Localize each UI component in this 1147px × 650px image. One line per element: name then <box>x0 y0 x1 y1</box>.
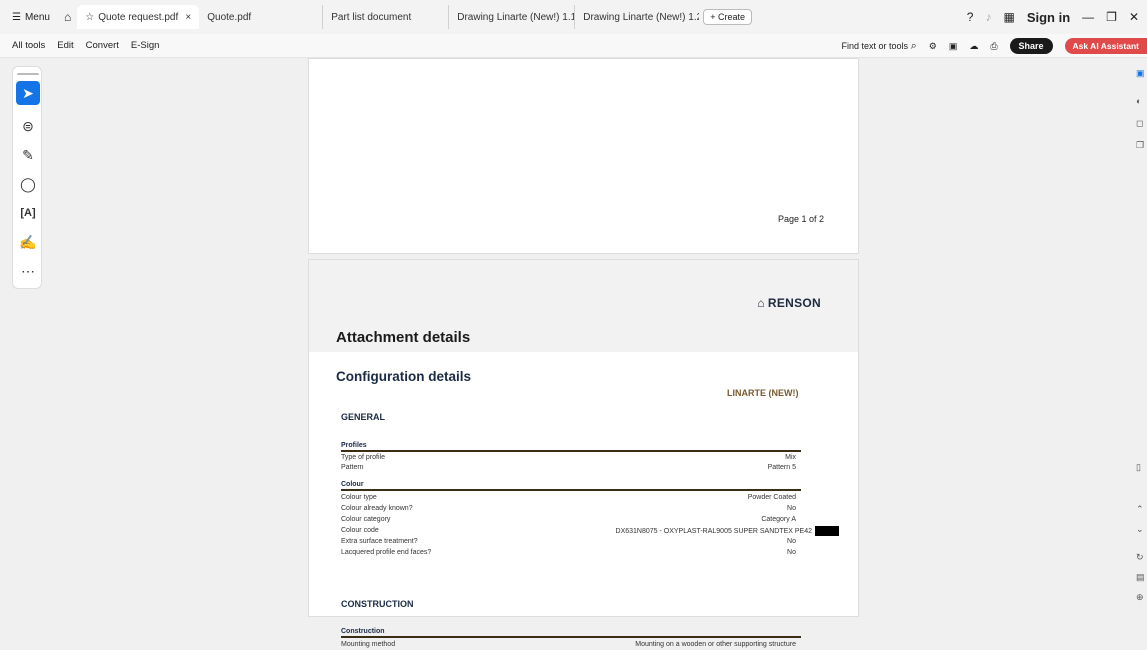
apps-grid-icon[interactable]: ▦ <box>1003 10 1014 24</box>
redaction-box <box>815 526 839 536</box>
star-icon[interactable]: ☆ <box>85 12 94 23</box>
text-box-icon[interactable]: [A] <box>16 201 40 225</box>
table-row: Extra surface treatment? No <box>341 538 796 545</box>
comment-icon[interactable]: ⊜ <box>16 114 40 138</box>
scroll-up-icon[interactable]: ⌃ <box>1136 504 1144 515</box>
tab-drawing-1-1[interactable]: Drawing Linarte (New!) 1.1 - over.. <box>449 5 576 29</box>
tab-drawing-1-2[interactable]: Drawing Linarte (New!) 1.2 - ove.. <box>575 5 699 29</box>
share-button[interactable]: Share <box>1009 38 1053 54</box>
menu-esign[interactable]: E-Sign <box>125 40 166 51</box>
sign-in-button[interactable]: Sign in <box>1027 10 1070 25</box>
tab-part-list[interactable]: Part list document <box>323 5 450 29</box>
tab-quote[interactable]: Quote.pdf <box>199 5 324 29</box>
select-cursor-icon[interactable]: ➤ <box>16 81 40 105</box>
home-icon[interactable]: ⌂ <box>64 10 71 24</box>
attachment-title: Attachment details <box>336 329 471 346</box>
table-row: Colour type Powder Coated <box>341 494 796 501</box>
section-construction: CONSTRUCTION <box>341 599 414 609</box>
attachment-header-band: ⌂ RENSON Attachment details <box>309 260 858 352</box>
tab-bar: ☰ Menu ⌂ ☆ Quote request.pdf × Quote.pdf… <box>0 0 1147 34</box>
product-name: LINARTE (NEW!) <box>727 388 799 398</box>
pdf-page-2: ⌂ RENSON Attachment details Configuratio… <box>308 259 859 648</box>
restore-icon[interactable]: ❐ <box>1106 10 1117 24</box>
renson-logo: ⌂ RENSON <box>757 296 821 310</box>
document-viewer[interactable]: Page 1 of 2 ⌂ RENSON Attachment details … <box>308 58 859 648</box>
bookmark-panel-icon[interactable]: ◻ <box>1136 118 1143 129</box>
save-page-icon[interactable]: ▤ <box>1136 572 1145 583</box>
find-tools[interactable]: Find text or tools ⌕ <box>842 40 917 53</box>
search-icon: ⌕ <box>910 39 917 52</box>
close-icon[interactable]: × <box>185 12 191 23</box>
configuration-title: Configuration details <box>336 369 471 384</box>
refresh-icon[interactable]: ↻ <box>1136 552 1144 563</box>
scroll-down-icon[interactable]: ⌄ <box>1136 524 1144 535</box>
table-row: Colour category Category A <box>341 516 796 523</box>
help-icon[interactable]: ? <box>967 10 974 24</box>
menu-button[interactable]: ☰ Menu <box>0 12 58 23</box>
section-general: GENERAL <box>341 412 386 422</box>
menu-all-tools[interactable]: All tools <box>0 40 51 51</box>
highlight-pen-icon[interactable]: ✎ <box>16 143 40 167</box>
left-tool-panel: ➤ ⊜ ✎ ◯ [A] ✍ ⋯ <box>12 66 42 289</box>
toolbar-right: Find text or tools ⌕ ⚙ ▣ ☁ ⎙ Share Ask A… <box>842 34 1147 58</box>
create-button[interactable]: + Create <box>703 9 753 25</box>
lasso-icon[interactable]: ◯ <box>16 172 40 196</box>
table-row: Colour already known? No <box>341 505 796 512</box>
main-toolbar: All tools Edit Convert E-Sign Find text … <box>0 34 1147 58</box>
close-window-icon[interactable]: ✕ <box>1129 10 1139 24</box>
menu-label: Menu <box>24 11 50 23</box>
table-row: Colour code DX631N8075 - OXYPLAST-RAL900… <box>341 526 839 537</box>
bell-icon[interactable]: ♪ <box>985 10 991 24</box>
hamburger-icon: ☰ <box>12 11 21 23</box>
save-icon[interactable]: ▣ <box>949 41 958 52</box>
colour-code-value: DX631N8075 - OXYPLAST-RAL9005 SUPER SAND… <box>616 526 839 537</box>
page-number-label: Page 1 of 2 <box>777 214 824 224</box>
print-icon[interactable]: ⎙ <box>990 41 997 52</box>
ai-assistant-button[interactable]: Ask AI Assistant <box>1064 38 1147 54</box>
menu-edit[interactable]: Edit <box>51 40 79 51</box>
menu-convert[interactable]: Convert <box>80 40 125 51</box>
table-row: Mounting method Mounting on a wooden or … <box>341 641 796 648</box>
group-construction: Construction <box>341 628 801 638</box>
group-colour: Colour <box>341 481 801 491</box>
upload-cloud-icon[interactable]: ☁ <box>969 41 978 52</box>
zoom-icon[interactable]: ⊕ <box>1136 592 1144 603</box>
tab-quote-request[interactable]: ☆ Quote request.pdf × <box>77 5 200 29</box>
panel-icon[interactable]: ▣ <box>1136 68 1145 79</box>
more-icon[interactable]: ⋯ <box>16 259 40 283</box>
pdf-page-1: Page 1 of 2 <box>308 58 859 254</box>
house-logo-icon: ⌂ <box>757 296 765 310</box>
pages-panel-icon[interactable]: ❐ <box>1136 140 1144 151</box>
customize-icon[interactable]: ⚙ <box>929 41 937 52</box>
signature-icon[interactable]: ✍ <box>16 230 40 254</box>
table-row: Pattern Pattern 5 <box>341 464 796 471</box>
minimize-icon[interactable]: — <box>1082 10 1094 24</box>
table-row: Type of profile Mix <box>341 454 796 461</box>
group-profiles: Profiles <box>341 442 801 452</box>
page-indicator-icon[interactable]: ▯ <box>1136 462 1141 473</box>
right-rail: ▣ ◐ ◻ ❐ ▯ ⌃ ⌄ ↻ ▤ ⊕ <box>1135 58 1147 617</box>
drag-handle[interactable] <box>17 73 39 75</box>
table-row: Lacquered profile end faces? No <box>341 549 796 556</box>
comments-panel-icon[interactable]: ◐ <box>1136 96 1141 106</box>
window-controls: ? ♪ ▦ Sign in — ❐ ✕ <box>967 0 1147 34</box>
